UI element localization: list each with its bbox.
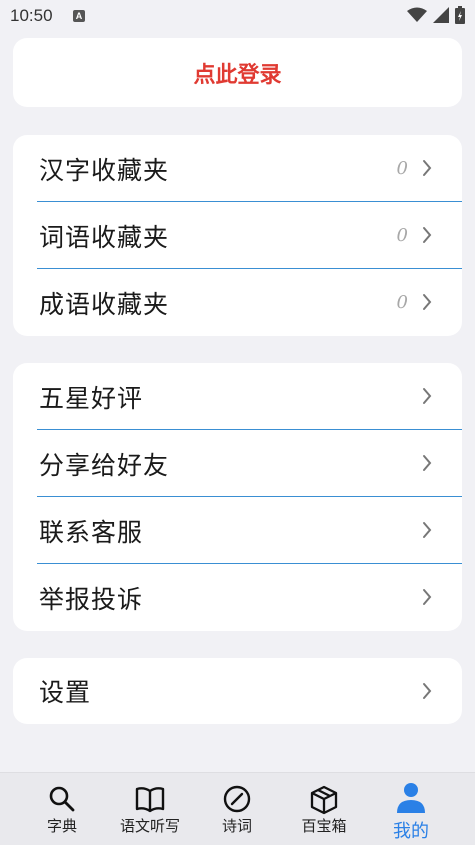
tab-label: 我的 [393,821,429,842]
tab-dictionary[interactable]: 字典 [22,773,102,845]
chevron-right-icon [423,589,432,605]
chevron-right-icon [423,388,432,404]
status-time: 10:50 [10,6,53,25]
tab-label: 语文听写 [119,817,180,835]
battery-icon [455,6,465,24]
login-button[interactable]: 点此登录 [193,57,281,89]
row-label: 举报投诉 [39,584,144,614]
action-row-support[interactable]: 联系客服 [13,497,462,564]
tab-label: 字典 [46,817,77,835]
actions-card: 五星好评 分享给好友 联系客服 举报投诉 [13,363,462,631]
row-label: 联系客服 [39,517,144,547]
tab-label: 诗词 [221,817,252,835]
tab-dictation[interactable]: 语文听写 [110,773,190,845]
favorites-card: 汉字收藏夹 0 词语收藏夹 0 成语收藏夹 0 [13,135,462,336]
notification-icon: A [73,10,85,22]
login-card[interactable]: 点此登录 [13,38,462,107]
favorites-row-ciyu[interactable]: 词语收藏夹 0 [13,202,462,269]
action-row-report[interactable]: 举报投诉 [13,564,462,631]
chevron-right-icon [423,455,432,471]
signal-icon [433,7,449,23]
tab-toolbox[interactable]: 百宝箱 [284,773,364,845]
row-label: 设置 [39,678,92,707]
row-count: 0 [396,225,408,246]
row-count: 0 [396,158,408,179]
chevron-right-icon [423,160,432,176]
bottom-tab-bar: 字典 语文听写 诗词 百宝箱 我的 [0,772,475,845]
chevron-right-icon [423,227,432,243]
row-label: 五星好评 [39,383,144,413]
tab-poetry[interactable]: 诗词 [197,773,277,845]
book-icon [135,787,165,813]
row-label: 成语收藏夹 [39,289,170,319]
status-bar: 10:50 A [0,0,475,32]
row-count: 0 [396,292,408,313]
status-icons [407,6,465,24]
tab-label: 百宝箱 [301,817,347,835]
box-icon [310,785,338,815]
compass-icon [223,785,251,813]
action-row-share[interactable]: 分享给好友 [13,430,462,497]
settings-row[interactable]: 设置 [13,658,462,724]
chevron-right-icon [423,522,432,538]
person-icon [397,783,425,813]
row-label: 词语收藏夹 [39,222,170,252]
search-icon [49,786,75,812]
chevron-right-icon [423,294,432,310]
action-row-rate[interactable]: 五星好评 [13,363,462,430]
chevron-right-icon [423,683,432,699]
row-label: 汉字收藏夹 [39,155,170,185]
row-label: 分享给好友 [39,450,170,480]
favorites-row-hanzi[interactable]: 汉字收藏夹 0 [13,135,462,202]
settings-card: 设置 [13,658,462,724]
favorites-row-chengyu[interactable]: 成语收藏夹 0 [13,269,462,336]
wifi-icon [407,7,427,22]
tab-mine[interactable]: 我的 [371,773,451,845]
